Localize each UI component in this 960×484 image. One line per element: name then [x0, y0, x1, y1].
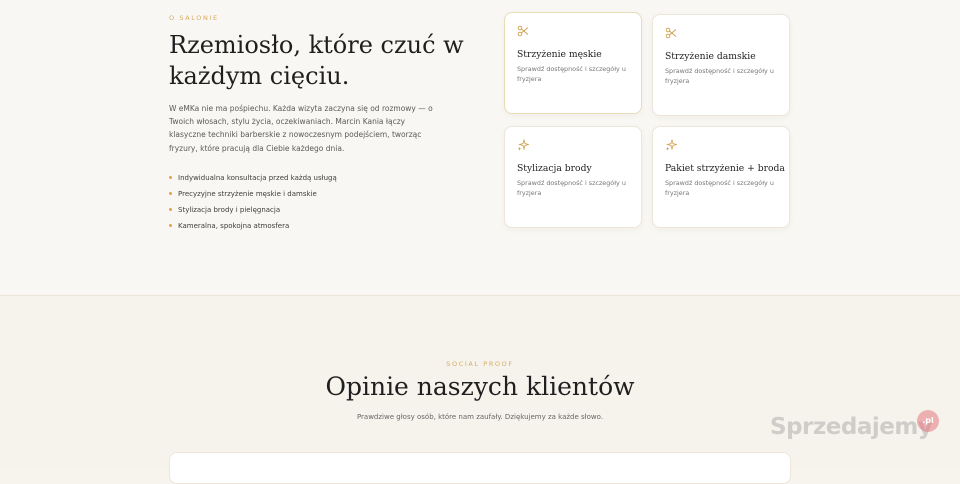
- about-section: [0, 0, 960, 296]
- scissors-icon: [665, 27, 677, 39]
- review-card: [169, 452, 791, 484]
- service-card-cut-beard-package[interactable]: Pakiet strzyżenie + broda Sprawdź dostęp…: [652, 126, 790, 228]
- feature-label: Stylizacja brody i pielęgnacja: [178, 206, 281, 214]
- about-description: W eMKa nie ma pośpiechu. Każda wizyta za…: [169, 104, 433, 153]
- about-eyebrow: O SALONIE: [169, 14, 219, 22]
- reviews-eyebrow: SOCIAL PROOF: [446, 360, 514, 368]
- service-card-beard-styling[interactable]: Stylizacja brody Sprawdź dostępność i sz…: [504, 126, 642, 228]
- sparkle-icon: [517, 138, 530, 151]
- feature-list: Indywidualna konsultacja przed każdą usł…: [169, 170, 337, 234]
- watermark-badge: .pl: [917, 410, 939, 432]
- service-description: Sprawdź dostępność i szczegóły u fryzjer…: [665, 179, 774, 197]
- reviews-title: Opinie naszych klientów: [325, 372, 635, 401]
- feature-label: Indywidualna konsultacja przed każdą usł…: [178, 174, 337, 182]
- feature-label: Precyzyjne strzyżenie męskie i damskie: [178, 190, 317, 198]
- service-title: Pakiet strzyżenie + broda: [665, 163, 785, 174]
- feature-item: Kameralna, spokojna atmosfera: [169, 218, 337, 234]
- bullet-icon: [169, 176, 172, 179]
- bullet-icon: [169, 208, 172, 211]
- service-description: Sprawdź dostępność i szczegóły u fryzjer…: [665, 67, 774, 85]
- watermark-logo: Sprzedajemy: [770, 414, 933, 440]
- service-title: Strzyżenie męskie: [517, 49, 602, 60]
- bullet-icon: [169, 192, 172, 195]
- service-card-womens-cut[interactable]: Strzyżenie damskie Sprawdź dostępność i …: [652, 14, 790, 116]
- service-title: Strzyżenie damskie: [665, 51, 756, 62]
- sparkle-icon: [665, 138, 678, 151]
- service-card-mens-cut[interactable]: Strzyżenie męskie Sprawdź dostępność i s…: [504, 12, 642, 114]
- about-title: Rzemiosło, które czuć w każdym cięciu.: [169, 31, 464, 90]
- feature-item: Indywidualna konsultacja przed każdą usł…: [169, 170, 337, 186]
- service-description: Sprawdź dostępność i szczegóły u fryzjer…: [517, 179, 626, 197]
- feature-item: Precyzyjne strzyżenie męskie i damskie: [169, 186, 337, 202]
- service-description: Sprawdź dostępność i szczegóły u fryzjer…: [517, 65, 626, 83]
- bullet-icon: [169, 224, 172, 227]
- feature-label: Kameralna, spokojna atmosfera: [178, 222, 290, 230]
- feature-item: Stylizacja brody i pielęgnacja: [169, 202, 337, 218]
- service-title: Stylizacja brody: [517, 163, 592, 174]
- scissors-icon: [517, 25, 529, 37]
